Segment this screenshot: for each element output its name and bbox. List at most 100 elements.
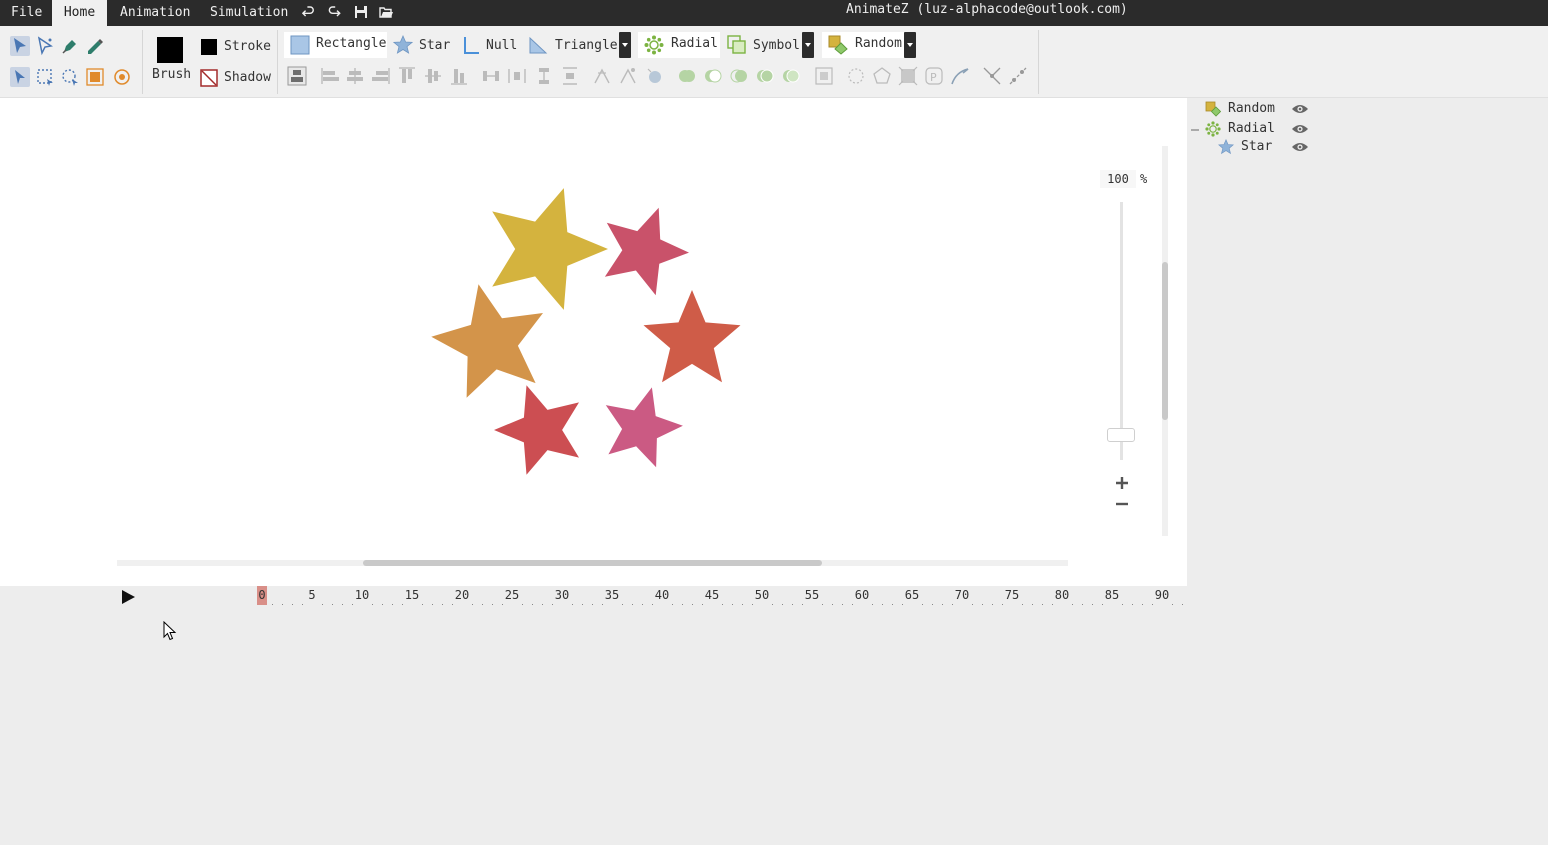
collapse-toggle[interactable] xyxy=(1191,129,1199,131)
align-left-icon[interactable] xyxy=(320,66,340,86)
lasso-select-icon[interactable] xyxy=(60,67,80,87)
distribute-spacing-h-icon[interactable] xyxy=(507,66,527,86)
align-center-h-icon[interactable] xyxy=(345,66,365,86)
zoom-out-icon[interactable] xyxy=(1114,496,1130,512)
distribute-v-icon[interactable] xyxy=(534,66,554,86)
canvas-area[interactable]: 100 % xyxy=(0,98,1187,586)
random-button[interactable]: Random xyxy=(822,32,904,58)
timeline-tick xyxy=(1052,604,1053,605)
node-join-icon[interactable] xyxy=(982,66,1002,86)
star-shape[interactable] xyxy=(494,385,579,475)
bool-exclude-icon[interactable] xyxy=(755,66,775,86)
star-shape[interactable] xyxy=(431,284,543,398)
shadow-icon[interactable] xyxy=(200,69,218,87)
symbol-dropdown-arrow[interactable] xyxy=(802,32,814,58)
vertical-scroll-thumb[interactable] xyxy=(1162,262,1168,420)
undo-icon[interactable] xyxy=(301,5,316,19)
bool-divide-icon[interactable] xyxy=(781,66,801,86)
bool-subtract-icon[interactable] xyxy=(703,66,723,86)
zoom-input[interactable]: 100 xyxy=(1100,170,1136,188)
zoom-slider-handle[interactable] xyxy=(1107,428,1135,442)
stroke-label[interactable]: Stroke xyxy=(224,39,271,54)
timeline-tick-label: 70 xyxy=(954,588,970,602)
star-shape[interactable] xyxy=(643,290,741,383)
artboard[interactable] xyxy=(0,98,1187,586)
triangle-shape-icon[interactable] xyxy=(528,35,548,55)
horizontal-scrollbar[interactable] xyxy=(117,560,1068,566)
stroke-swatch[interactable] xyxy=(201,39,217,55)
radial-button[interactable]: Radial xyxy=(638,32,720,58)
triangle-button-label[interactable]: Triangle xyxy=(555,38,618,53)
timeline-tick xyxy=(932,604,933,605)
pencil-tool-icon[interactable] xyxy=(85,36,105,56)
shadow-label[interactable]: Shadow xyxy=(224,70,271,85)
tab-animation[interactable]: Animation xyxy=(120,0,190,26)
align-top-icon[interactable] xyxy=(397,66,417,86)
random-icon xyxy=(1205,101,1222,117)
path-text-icon[interactable]: P xyxy=(924,66,944,86)
align-right-icon[interactable] xyxy=(371,66,391,86)
bool-union-icon[interactable] xyxy=(677,66,697,86)
open-folder-icon[interactable] xyxy=(379,5,393,19)
mirror-icon[interactable] xyxy=(618,66,638,86)
select-tool-icon[interactable] xyxy=(10,36,30,56)
transform-tool-icon[interactable] xyxy=(85,67,105,87)
save-icon[interactable] xyxy=(354,5,368,19)
group-icon[interactable] xyxy=(814,66,834,86)
timeline-tick-label: 20 xyxy=(454,588,470,602)
timeline-tick xyxy=(442,604,443,605)
null-shape-icon[interactable] xyxy=(461,35,481,55)
brush-swatch[interactable] xyxy=(157,37,183,63)
rectangle-button[interactable]: Rectangle xyxy=(284,32,387,58)
zoom-slider-track[interactable] xyxy=(1120,202,1123,460)
star-shape-icon[interactable] xyxy=(393,35,413,55)
redo-icon[interactable] xyxy=(328,5,342,19)
pen-tool-icon[interactable] xyxy=(60,36,80,56)
node-split-icon[interactable] xyxy=(1008,66,1028,86)
align-bottom-icon[interactable] xyxy=(449,66,469,86)
vertical-scrollbar[interactable] xyxy=(1162,146,1168,536)
horizontal-scroll-thumb[interactable] xyxy=(363,560,822,566)
zoom-in-icon[interactable] xyxy=(1114,475,1130,491)
bool-intersect-icon[interactable] xyxy=(729,66,749,86)
rotate-tool-icon[interactable] xyxy=(112,67,132,87)
align-middle-icon[interactable] xyxy=(423,66,443,86)
star-shape[interactable] xyxy=(605,387,683,468)
rectangle-icon xyxy=(290,35,310,55)
symbol-icon[interactable] xyxy=(727,35,747,55)
timeline-tick xyxy=(302,604,303,605)
curve-icon[interactable] xyxy=(950,66,970,86)
play-icon[interactable] xyxy=(120,589,136,605)
pointer-tool-icon[interactable] xyxy=(10,67,30,87)
polygon-icon[interactable] xyxy=(872,66,892,86)
direct-select-icon[interactable] xyxy=(35,36,55,56)
star-shape[interactable] xyxy=(492,188,608,310)
star-shape[interactable] xyxy=(604,207,689,296)
ellipse-tool-icon[interactable] xyxy=(645,66,665,86)
ribbon-toolbar: Brush Stroke Shadow Rectangle Star Null … xyxy=(0,26,1548,98)
symbol-button-label[interactable]: Symbol xyxy=(753,38,800,53)
star-button-label[interactable]: Star xyxy=(419,38,450,53)
timeline-tick xyxy=(1102,604,1103,605)
marquee-select-icon[interactable] xyxy=(35,67,55,87)
eye-icon[interactable] xyxy=(1291,103,1309,115)
shapes-dropdown-arrow[interactable] xyxy=(619,32,631,58)
timeline-tick xyxy=(672,604,673,605)
distribute-h-icon[interactable] xyxy=(481,66,501,86)
null-button-label[interactable]: Null xyxy=(486,38,517,53)
distribute-spacing-v-icon[interactable] xyxy=(560,66,580,86)
random-dropdown-arrow[interactable] xyxy=(904,32,916,58)
tab-home[interactable]: Home xyxy=(52,0,107,26)
frame-icon[interactable] xyxy=(898,66,918,86)
tab-file[interactable]: File xyxy=(11,0,42,26)
brush-label[interactable]: Brush xyxy=(152,67,191,82)
flip-icon[interactable] xyxy=(592,66,612,86)
align-panel-icon[interactable] xyxy=(287,66,307,86)
path-circle-icon[interactable] xyxy=(846,66,866,86)
timeline-tick xyxy=(602,604,603,605)
timeline-tick xyxy=(922,604,923,605)
tab-simulation[interactable]: Simulation xyxy=(210,0,288,26)
eye-icon[interactable] xyxy=(1291,123,1309,135)
eye-icon[interactable] xyxy=(1291,141,1309,153)
timeline-tick xyxy=(352,604,353,605)
